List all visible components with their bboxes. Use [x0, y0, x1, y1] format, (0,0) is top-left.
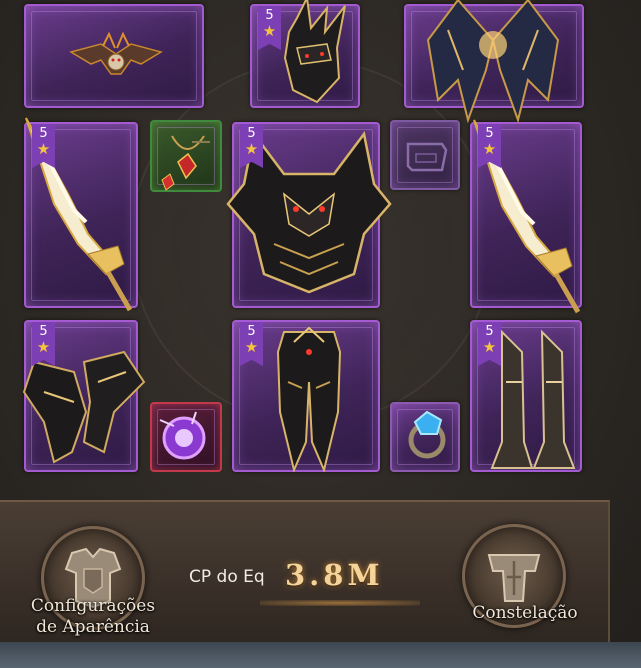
empty-slot-icon	[406, 142, 448, 172]
slot-helmet[interactable]: 5 ★	[250, 0, 360, 108]
slot-wings[interactable]	[404, 0, 584, 124]
star-badge: 5 ★	[240, 322, 263, 366]
slot-ring-blue[interactable]	[390, 402, 460, 472]
appearance-settings-label: Configurações de Aparência	[20, 596, 166, 638]
slot-leg-armor[interactable]: 5 ★	[232, 320, 380, 472]
star-icon: ★	[244, 140, 259, 158]
slot-weapon-left[interactable]: 5 ★	[24, 117, 138, 312]
star-badge: 5 ★	[32, 124, 55, 168]
slot-necklace[interactable]	[150, 120, 222, 192]
star-icon: ★	[244, 338, 259, 356]
label-line: de Aparência	[36, 617, 150, 637]
slot-chest-armor[interactable]: 5 ★	[226, 122, 392, 308]
star-icon: ★	[262, 22, 277, 40]
ruby-necklace-icon	[161, 135, 210, 191]
star-icon: ★	[482, 338, 497, 356]
dark-leg-armor-icon	[276, 326, 342, 472]
cp-value: 3.8M	[285, 558, 384, 592]
constellation-icon	[487, 554, 541, 602]
constellation-label: Constelação	[472, 603, 578, 623]
winged-demon-ornament-icon	[69, 31, 163, 75]
label-line: Configurações	[30, 596, 156, 616]
cp-label: CP do Eq	[189, 567, 265, 587]
dark-wings-icon	[426, 0, 560, 124]
star-icon: ★	[482, 140, 497, 158]
bottom-edge	[0, 642, 641, 668]
purple-orb-ring-icon	[159, 411, 206, 460]
star-badge: 5 ★	[478, 322, 501, 366]
slot-ring-purple[interactable]	[150, 402, 222, 472]
star-badge: 5 ★	[258, 6, 281, 50]
bottom-panel: Configurações de Aparência CP do Eq 3.8M…	[0, 500, 610, 642]
star-icon: ★	[36, 338, 51, 356]
equipment-screen: 5 ★ 5 ★ 5 ★ 5 ★ 5 ★ 5 ★ 5 ★ Configuraçõe…	[0, 0, 641, 668]
slot-boots[interactable]: 5 ★	[470, 320, 582, 472]
slot-back-ornament[interactable]	[24, 4, 204, 108]
star-badge: 5 ★	[240, 124, 263, 168]
cp-glow	[260, 600, 420, 606]
slot-gloves[interactable]: 5 ★	[22, 320, 146, 472]
blue-gem-ring-icon	[408, 410, 446, 459]
star-icon: ★	[36, 140, 51, 158]
star-badge: 5 ★	[32, 322, 55, 366]
star-badge: 5 ★	[478, 124, 501, 168]
slot-weapon-right[interactable]: 5 ★	[470, 119, 582, 314]
